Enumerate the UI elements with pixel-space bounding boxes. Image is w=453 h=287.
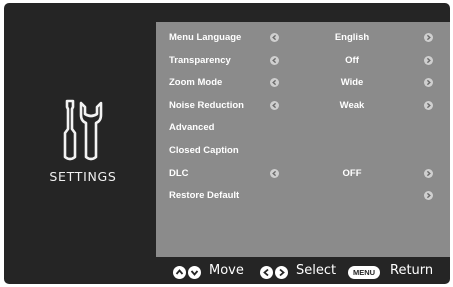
left-arrow-icon [260,266,273,279]
menu-item-label: Restore Default [169,190,240,202]
menu-key-icon: MENU [348,266,380,279]
menu-item-label: Zoom Mode [169,77,223,89]
settings-sidebar: SETTINGS [28,99,138,203]
menu-item-zoom-mode[interactable]: Zoom Mode Wide [156,73,450,95]
menu-item-label: Closed Caption [169,145,239,156]
menu-item-value: Off [345,54,359,66]
menu-item-menu-language[interactable]: Menu Language English [156,28,450,50]
right-arrow-icon [275,266,288,279]
menu-item-restore-default[interactable]: Restore Default [156,186,450,208]
chevron-right-icon[interactable] [424,55,433,65]
chevron-right-icon[interactable] [424,168,433,178]
menu-item-value: English [334,32,370,43]
chevron-right-icon[interactable] [424,33,433,42]
chevron-left-icon[interactable] [270,100,279,110]
menu-item-dlc[interactable]: DLC OFF [156,164,450,186]
move-hint: Move [209,263,244,278]
menu-item-label: Menu Language [169,32,242,43]
chevron-right-icon[interactable] [424,100,433,110]
chevron-left-icon[interactable] [270,78,279,88]
settings-title: SETTINGS [49,169,117,184]
chevron-left-icon[interactable] [270,33,279,42]
chevron-right-icon[interactable] [424,78,433,88]
menu-item-noise-reduction[interactable]: Noise Reduction Weak [156,96,450,118]
menu-item-value: Weak [339,99,365,111]
menu-item-label: DLC [169,167,189,179]
menu-item-closed-caption[interactable]: Closed Caption [156,141,450,163]
settings-menu: Menu Language English Transparency Off Zoom … [156,22,450,257]
tv-screen: SETTINGS Menu Language English Transparenc… [4,3,450,284]
menu-item-advanced[interactable]: Advanced [156,118,450,140]
return-hint: Return [390,263,434,278]
up-arrow-icon [173,266,186,279]
menu-item-label: Noise Reduction [169,99,244,111]
down-arrow-icon [188,266,201,279]
menu-item-label: Transparency [169,54,231,66]
key-hints-bar: Move Select MENU Return [156,259,450,285]
menu-item-label: Advanced [169,122,215,134]
chevron-left-icon[interactable] [270,55,279,65]
screwdriver-wrench-icon [63,99,103,161]
menu-item-value: Wide [340,77,364,89]
select-hint: Select [296,263,337,278]
menu-item-transparency[interactable]: Transparency Off [156,51,450,73]
menu-item-value: OFF [342,167,362,179]
chevron-right-icon[interactable] [424,191,433,201]
chevron-left-icon[interactable] [270,168,279,178]
